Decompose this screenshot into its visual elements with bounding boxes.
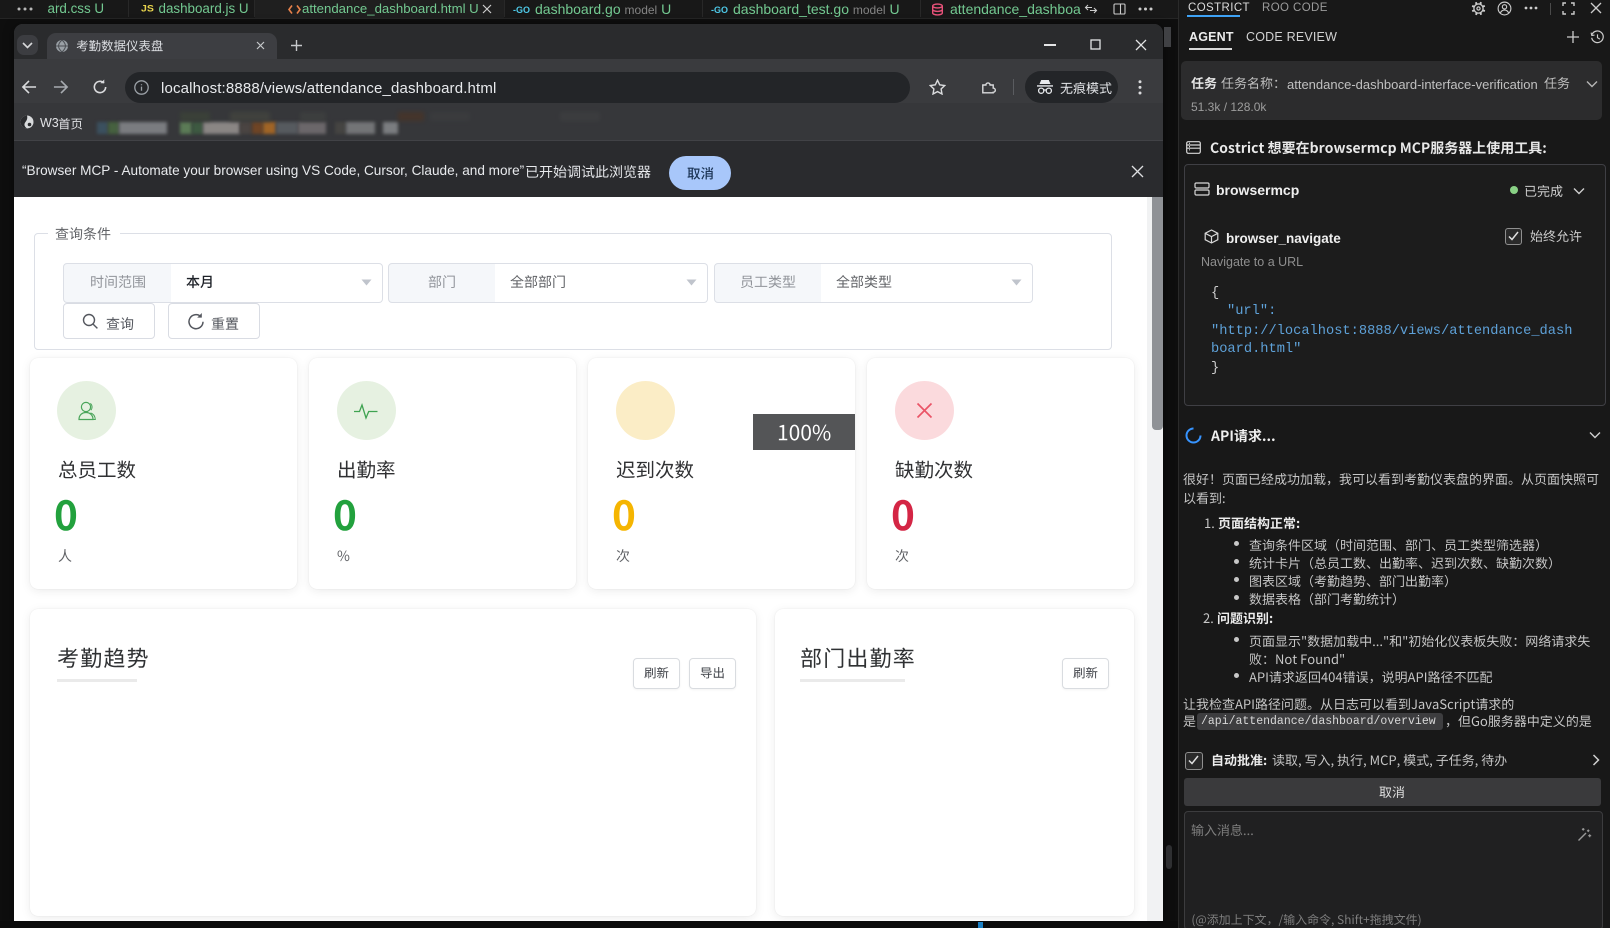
svg-text:-GO: -GO [513, 5, 530, 14]
svg-text:-GO: -GO [711, 5, 728, 14]
